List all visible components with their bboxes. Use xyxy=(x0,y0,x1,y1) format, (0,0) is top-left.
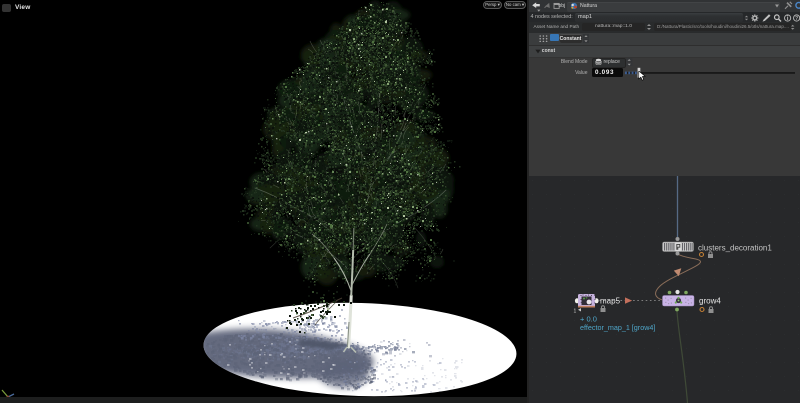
svg-text:map5: map5 xyxy=(600,297,621,306)
svg-text:?: ? xyxy=(795,16,798,22)
svg-text:clusters_decoration1: clusters_decoration1 xyxy=(698,244,772,253)
svg-text:effector_map_1 [grow4]: effector_map_1 [grow4] xyxy=(580,323,655,332)
svg-text:1: 1 xyxy=(574,309,577,315)
svg-text:grow4: grow4 xyxy=(699,297,721,306)
